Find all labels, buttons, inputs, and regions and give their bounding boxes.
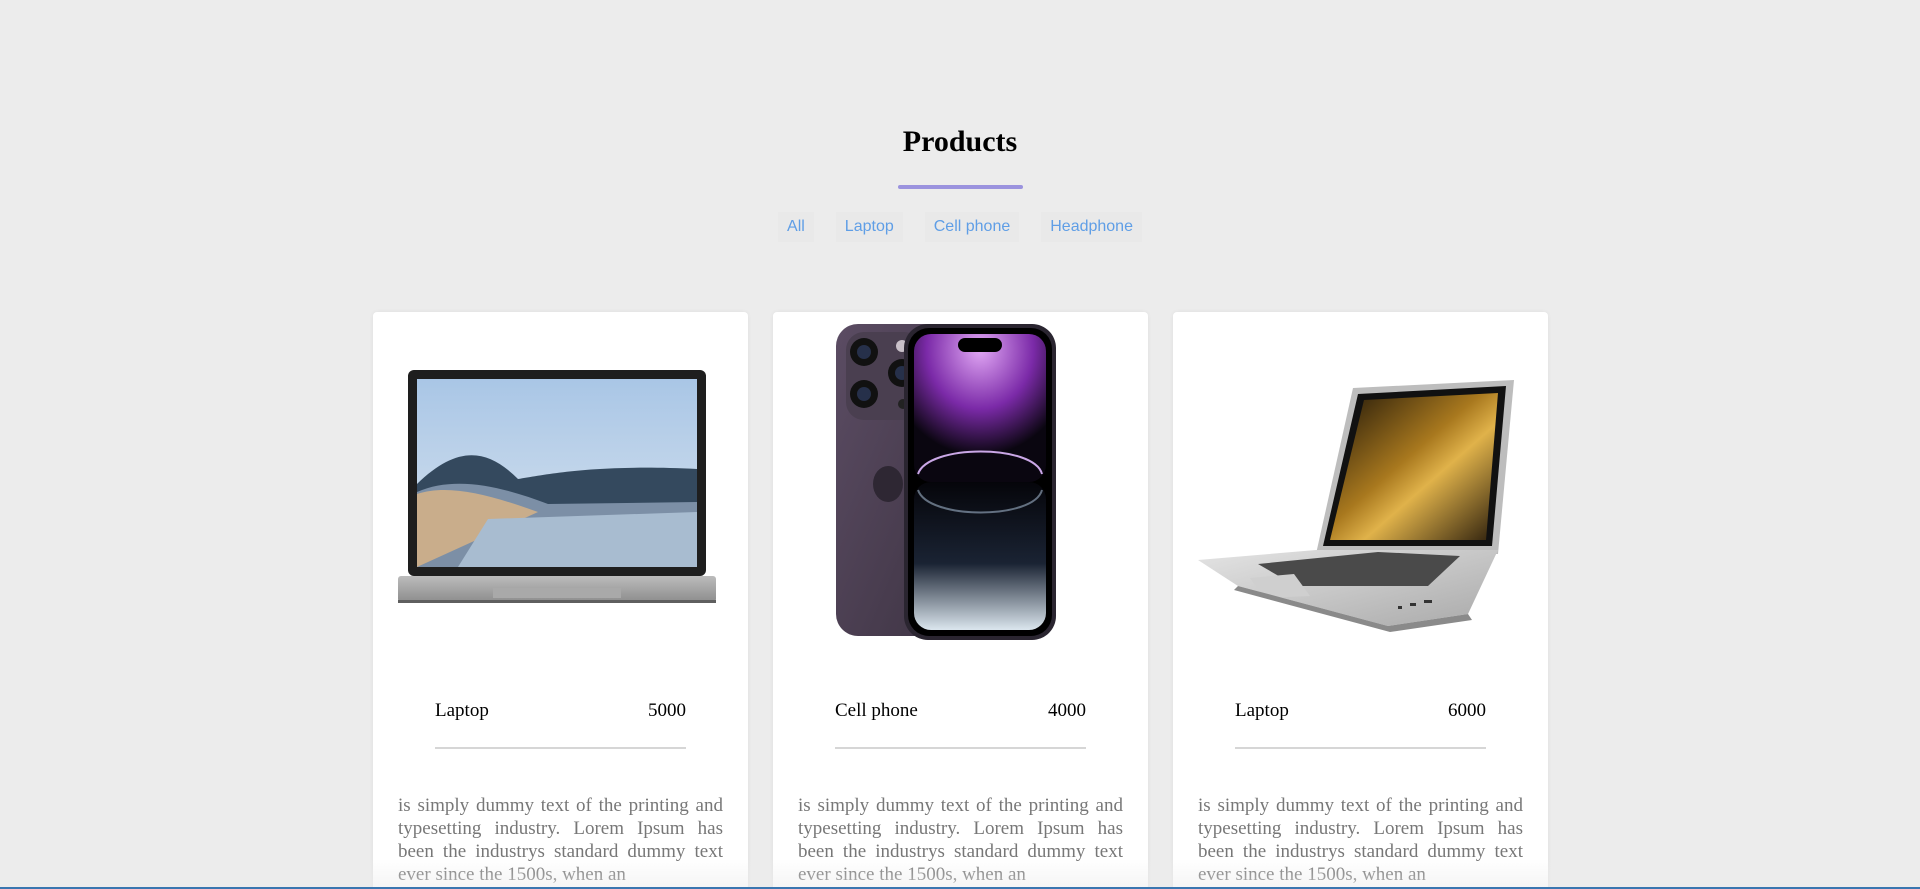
product-description: is simply dummy text of the printing and… <box>398 795 723 885</box>
product-name: Laptop <box>435 700 489 721</box>
product-grid: Laptop 5000 is simply dummy text of the … <box>373 312 1548 889</box>
iphone-image <box>798 324 1123 644</box>
page-title: Products <box>902 125 1018 158</box>
divider <box>835 747 1086 749</box>
category-filters: All Laptop Cell phone Headphone <box>0 212 1920 242</box>
page: { "header": { "title": "Products" }, "fi… <box>0 0 1920 889</box>
product-price: 5000 <box>648 700 686 721</box>
filter-headphone-button[interactable]: Headphone <box>1041 212 1142 242</box>
product-meta: Laptop 6000 <box>1235 700 1486 722</box>
product-description: is simply dummy text of the printing and… <box>1198 795 1523 885</box>
divider <box>1235 747 1486 749</box>
product-price: 4000 <box>1048 700 1086 721</box>
filter-laptop-button[interactable]: Laptop <box>835 212 903 242</box>
laptop-surface-image <box>398 324 723 644</box>
filter-cell-phone-button[interactable]: Cell phone <box>924 212 1020 242</box>
title-underline <box>898 185 1023 189</box>
product-price: 6000 <box>1448 700 1486 721</box>
laptop-hp-image <box>1198 324 1523 644</box>
product-card[interactable]: Laptop 5000 is simply dummy text of the … <box>373 312 748 889</box>
divider <box>435 747 686 749</box>
product-description: is simply dummy text of the printing and… <box>798 795 1123 885</box>
product-name: Laptop <box>1235 700 1289 721</box>
product-name: Cell phone <box>835 700 918 721</box>
product-meta: Cell phone 4000 <box>835 700 1086 722</box>
filter-all-button[interactable]: All <box>778 212 814 242</box>
product-meta: Laptop 5000 <box>435 700 686 722</box>
product-card[interactable]: Laptop 6000 is simply dummy text of the … <box>1173 312 1548 889</box>
product-card[interactable]: Cell phone 4000 is simply dummy text of … <box>773 312 1148 889</box>
